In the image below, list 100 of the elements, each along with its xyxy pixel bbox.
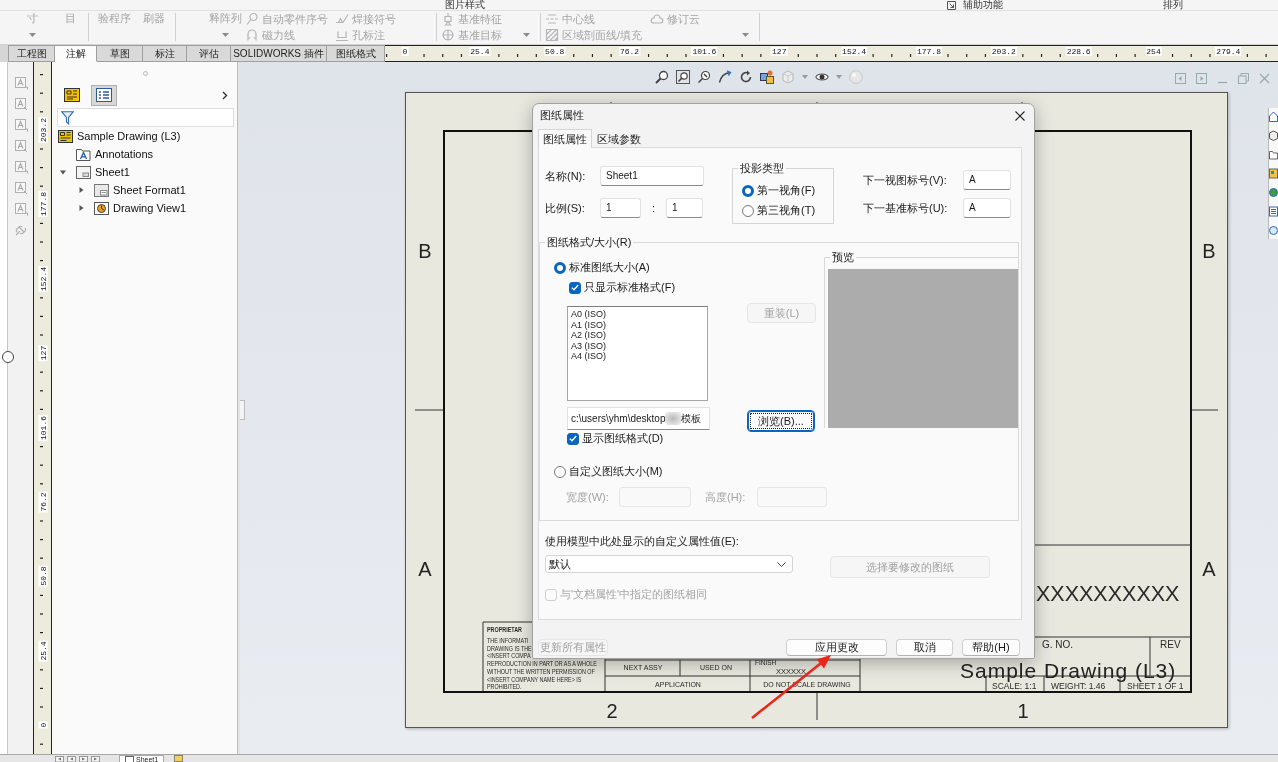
radio-label[interactable]: 标准图纸大小(A) — [569, 260, 650, 275]
close-icon[interactable] — [1259, 73, 1270, 84]
chain-link-icon[interactable] — [13, 223, 28, 237]
text-box-icon[interactable] — [13, 181, 28, 195]
tree-item[interactable]: Annotations — [57, 145, 154, 163]
house-icon[interactable] — [1269, 111, 1278, 122]
rotate-arrow-icon[interactable] — [739, 70, 753, 84]
sheet-icon — [76, 165, 91, 179]
ribbon-tab[interactable]: 评估 — [187, 45, 231, 62]
checkbox-label[interactable]: 只显示标准格式(F) — [584, 280, 676, 295]
text-box-icon[interactable] — [13, 76, 28, 90]
caret-icon[interactable] — [78, 187, 84, 193]
ruler-label: 76.2 — [618, 47, 641, 56]
magnifier-box-icon[interactable] — [676, 70, 690, 84]
text-box-icon[interactable] — [13, 202, 28, 216]
magnifier-icon[interactable] — [655, 70, 669, 84]
ruler-label: 50.8 — [38, 565, 47, 587]
text-box-icon[interactable] — [13, 118, 28, 132]
ruler-label: 203.2 — [990, 47, 1017, 56]
checkbox[interactable] — [567, 432, 579, 445]
caret-icon — [777, 561, 786, 567]
ribbon-tab[interactable]: SOLIDWORKS 插件 — [231, 45, 327, 62]
tree-item[interactable]: Drawing View1 — [75, 199, 187, 217]
list-icon[interactable] — [1269, 206, 1278, 217]
ruler-label: 101.6 — [691, 47, 718, 56]
ribbon-tab[interactable]: 图纸格式 — [327, 45, 385, 62]
zone-label: A — [418, 559, 432, 579]
dialog-tab[interactable]: 图纸属性 — [538, 129, 592, 148]
blur-patch — [665, 412, 682, 425]
datum-icon — [441, 12, 455, 26]
radio-label[interactable]: 第三视角(T) — [757, 203, 816, 218]
caret-icon[interactable] — [78, 205, 84, 211]
name-field[interactable]: Sheet1 — [600, 166, 704, 186]
list-item[interactable]: A0 (ISO) — [571, 309, 606, 320]
text-box-icon[interactable] — [13, 139, 28, 153]
cube-icon[interactable] — [1269, 130, 1278, 141]
tree-item[interactable]: Sample Drawing (L3) — [58, 127, 181, 145]
path-field[interactable]: c:\users\yhm\desktop 模板 — [567, 407, 710, 430]
property-dropdown[interactable]: 默认 — [545, 555, 793, 573]
ruler-label: 127 — [38, 345, 47, 362]
browse-button[interactable]: 浏览(B)... — [747, 410, 815, 432]
field-label: 宽度(W): — [566, 490, 610, 504]
radio-button[interactable] — [554, 261, 566, 274]
field-label: 下一视图标号(V): — [863, 173, 948, 187]
ruler-label: 228.6 — [1065, 47, 1092, 56]
add-sheet-icon[interactable] — [174, 755, 185, 762]
scale-separator: : — [650, 202, 657, 214]
checkbox[interactable] — [569, 281, 581, 294]
field-label: 比例(S): — [545, 201, 586, 215]
panel-tab[interactable] — [91, 84, 117, 106]
ribbon-tab[interactable]: 工程图 — [8, 45, 55, 62]
apply-changes-button[interactable]: 应用更改 — [786, 639, 887, 656]
list-item[interactable]: A3 (ISO) — [571, 340, 606, 351]
nav-arrow-icon[interactable] — [67, 755, 76, 762]
scale-field[interactable]: 1 — [600, 198, 641, 218]
caret-icon[interactable] — [60, 169, 66, 175]
balloon-icon — [245, 12, 259, 26]
field-label: 高度(H): — [705, 490, 747, 504]
sphere-icon[interactable] — [1269, 225, 1278, 236]
tile-left-icon[interactable] — [1175, 73, 1186, 84]
tree-item[interactable]: Sheet Format1 — [75, 181, 186, 199]
nav-arrow-icon[interactable] — [55, 755, 64, 762]
checkbox-label[interactable]: 显示图纸格式(D) — [582, 431, 664, 446]
magnifier-arrow-icon[interactable] — [697, 70, 711, 84]
datum-label-field[interactable]: A — [963, 198, 1011, 218]
cancel-button[interactable]: 取消 — [896, 639, 953, 656]
curve-arrow-icon[interactable] — [718, 70, 732, 84]
restore-icon[interactable] — [1238, 73, 1249, 84]
text-box-icon[interactable] — [13, 160, 28, 174]
radio-button[interactable] — [554, 465, 566, 478]
cubes-icon[interactable] — [760, 70, 774, 84]
chevron-icon[interactable] — [222, 90, 228, 100]
dialog-tab[interactable]: 区域参数 — [592, 130, 646, 147]
nav-arrow-icon[interactable] — [79, 755, 88, 762]
filter-field[interactable] — [57, 108, 234, 127]
tree-item[interactable]: Sheet1 — [57, 163, 130, 181]
list-item[interactable]: A1 (ISO) — [571, 319, 606, 330]
radio-button[interactable] — [742, 184, 754, 197]
sheet-format-icon — [94, 183, 109, 197]
tile-right-icon[interactable] — [1196, 73, 1207, 84]
help-button[interactable]: 帮助(H) — [962, 639, 1020, 656]
nav-arrow-icon[interactable] — [91, 755, 100, 762]
paper-size-list[interactable]: A0 (ISO) A1 (ISO) A2 (ISO) A3 (ISO) A4 (ISO) — [567, 306, 708, 401]
launcher-icon[interactable] — [947, 0, 956, 10]
globe-icon[interactable] — [1269, 187, 1278, 198]
radio-label[interactable]: 第一视角(F) — [757, 183, 816, 198]
folder-icon[interactable] — [1269, 149, 1278, 160]
palette-icon[interactable] — [1269, 168, 1278, 179]
list-item[interactable]: A2 (ISO) — [571, 330, 606, 341]
ribbon-tab[interactable]: 注解 — [55, 45, 97, 62]
ribbon-tab[interactable]: 草图 — [97, 45, 143, 62]
ribbon-tab[interactable]: 标注 — [143, 45, 187, 62]
text-box-icon[interactable] — [13, 97, 28, 111]
splitter-handle[interactable] — [240, 400, 245, 420]
scale-field[interactable]: 1 — [666, 198, 703, 218]
radio-button[interactable] — [742, 204, 754, 217]
radio-label[interactable]: 自定义图纸大小(M) — [569, 464, 663, 479]
list-item[interactable]: A4 (ISO) — [571, 351, 606, 362]
view-label-field[interactable]: A — [963, 170, 1011, 190]
eye-icon[interactable] — [815, 70, 829, 84]
